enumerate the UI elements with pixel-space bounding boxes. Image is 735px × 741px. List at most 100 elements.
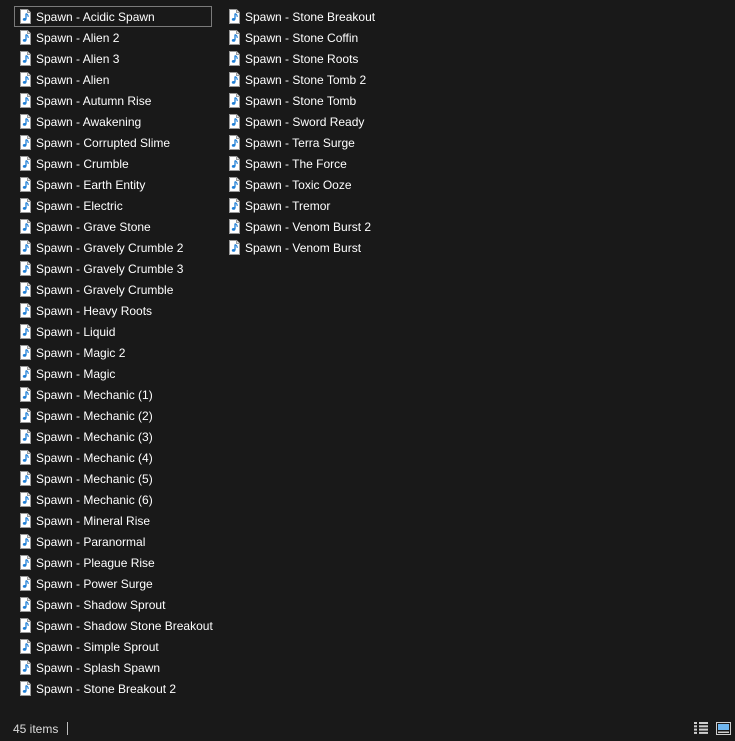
file-item[interactable]: Spawn - Corrupted Slime	[14, 132, 212, 153]
file-item[interactable]: Spawn - Stone Roots	[223, 48, 421, 69]
file-name: Spawn - Stone Roots	[245, 51, 359, 66]
file-name: Spawn - Alien 3	[36, 51, 120, 66]
file-item[interactable]: Spawn - Stone Tomb 2	[223, 69, 421, 90]
file-name: Spawn - Gravely Crumble 3	[36, 261, 184, 276]
details-view-icon[interactable]	[693, 721, 709, 735]
file-name: Spawn - Stone Breakout 2	[36, 681, 177, 696]
file-item[interactable]: Spawn - Splash Spawn	[14, 657, 212, 678]
audio-file-icon	[20, 93, 31, 108]
file-item[interactable]: Spawn - Power Surge	[14, 573, 212, 594]
file-item[interactable]: Spawn - Toxic Ooze	[223, 174, 421, 195]
file-list-area[interactable]: Spawn - Acidic Spawn Spawn - Alien 2 Spawn…	[0, 0, 735, 716]
file-item[interactable]: Spawn - Acidic Spawn	[14, 6, 212, 27]
audio-file-icon	[20, 198, 31, 213]
file-item[interactable]: Spawn - The Force	[223, 153, 421, 174]
file-item[interactable]: Spawn - Mechanic (1)	[14, 384, 212, 405]
file-name: Spawn - Magic 2	[36, 345, 126, 360]
file-column-2: Spawn - Stone Breakout Spawn - Stone Coff…	[223, 6, 421, 258]
file-name: Spawn - Sword Ready	[245, 114, 365, 129]
audio-file-icon	[20, 72, 31, 87]
file-item[interactable]: Spawn - Stone Coffin	[223, 27, 421, 48]
audio-file-icon	[20, 156, 31, 171]
file-item[interactable]: Spawn - Autumn Rise	[14, 90, 212, 111]
audio-file-icon	[229, 135, 240, 150]
file-item[interactable]: Spawn - Stone Tomb	[223, 90, 421, 111]
item-count: 45 items	[13, 721, 59, 736]
file-item[interactable]: Spawn - Pleague Rise	[14, 552, 212, 573]
file-item[interactable]: Spawn - Terra Surge	[223, 132, 421, 153]
file-item[interactable]: Spawn - Mechanic (5)	[14, 468, 212, 489]
file-item[interactable]: Spawn - Paranormal	[14, 531, 212, 552]
file-item[interactable]: Spawn - Grave Stone	[14, 216, 212, 237]
file-item[interactable]: Spawn - Mechanic (2)	[14, 405, 212, 426]
file-item[interactable]: Spawn - Magic	[14, 363, 212, 384]
audio-file-icon	[229, 30, 240, 45]
audio-file-icon	[229, 72, 240, 87]
file-item[interactable]: Spawn - Crumble	[14, 153, 212, 174]
file-item[interactable]: Spawn - Alien 3	[14, 48, 212, 69]
audio-file-icon	[20, 30, 31, 45]
file-name: Spawn - Terra Surge	[245, 135, 355, 150]
audio-file-icon	[20, 51, 31, 66]
file-item[interactable]: Spawn - Tremor	[223, 195, 421, 216]
audio-file-icon	[20, 135, 31, 150]
audio-file-icon	[20, 429, 31, 444]
audio-file-icon	[20, 240, 31, 255]
file-name: Spawn - Mechanic (5)	[36, 471, 153, 486]
file-item[interactable]: Spawn - Venom Burst	[223, 237, 421, 258]
file-item[interactable]: Spawn - Magic 2	[14, 342, 212, 363]
file-item[interactable]: Spawn - Shadow Sprout	[14, 594, 212, 615]
file-name: Spawn - Stone Breakout	[245, 9, 376, 24]
file-item[interactable]: Spawn - Alien	[14, 69, 212, 90]
file-item[interactable]: Spawn - Mechanic (4)	[14, 447, 212, 468]
file-item[interactable]: Spawn - Mechanic (3)	[14, 426, 212, 447]
audio-file-icon	[20, 303, 31, 318]
file-item[interactable]: Spawn - Mechanic (6)	[14, 489, 212, 510]
audio-file-icon	[20, 261, 31, 276]
file-item[interactable]: Spawn - Gravely Crumble 3	[14, 258, 212, 279]
audio-file-icon	[229, 198, 240, 213]
file-name: Spawn - Grave Stone	[36, 219, 151, 234]
audio-file-icon	[20, 450, 31, 465]
audio-file-icon	[20, 9, 31, 24]
file-item[interactable]: Spawn - Heavy Roots	[14, 300, 212, 321]
file-item[interactable]: Spawn - Simple Sprout	[14, 636, 212, 657]
file-item[interactable]: Spawn - Stone Breakout	[223, 6, 421, 27]
audio-file-icon	[20, 219, 31, 234]
audio-file-icon	[20, 345, 31, 360]
file-name: Spawn - Autumn Rise	[36, 93, 152, 108]
explorer-window: Spawn - Acidic Spawn Spawn - Alien 2 Spawn…	[0, 0, 735, 741]
file-name: Spawn - Alien 2	[36, 30, 120, 45]
audio-file-icon	[20, 513, 31, 528]
file-name: Spawn - Alien	[36, 72, 110, 87]
file-name: Spawn - Stone Coffin	[245, 30, 359, 45]
file-name: Spawn - Electric	[36, 198, 123, 213]
file-name: Spawn - Acidic Spawn	[36, 9, 155, 24]
file-item[interactable]: Spawn - Gravely Crumble 2	[14, 237, 212, 258]
file-name: Spawn - Power Surge	[36, 576, 153, 591]
file-item[interactable]: Spawn - Sword Ready	[223, 111, 421, 132]
audio-file-icon	[229, 156, 240, 171]
file-name: Spawn - Toxic Ooze	[245, 177, 352, 192]
audio-file-icon	[20, 681, 31, 696]
file-item[interactable]: Spawn - Mineral Rise	[14, 510, 212, 531]
file-item[interactable]: Spawn - Liquid	[14, 321, 212, 342]
file-item[interactable]: Spawn - Earth Entity	[14, 174, 212, 195]
audio-file-icon	[229, 177, 240, 192]
file-item[interactable]: Spawn - Shadow Stone Breakout	[14, 615, 213, 636]
file-item[interactable]: Spawn - Venom Burst 2	[223, 216, 421, 237]
file-item[interactable]: Spawn - Gravely Crumble	[14, 279, 212, 300]
file-item[interactable]: Spawn - Stone Breakout 2	[14, 678, 212, 699]
file-item[interactable]: Spawn - Alien 2	[14, 27, 212, 48]
file-item[interactable]: Spawn - Electric	[14, 195, 212, 216]
file-name: Spawn - Tremor	[245, 198, 331, 213]
audio-file-icon	[20, 471, 31, 486]
audio-file-icon	[229, 219, 240, 234]
file-name: Spawn - The Force	[245, 156, 347, 171]
file-item[interactable]: Spawn - Awakening	[14, 111, 212, 132]
file-column-1: Spawn - Acidic Spawn Spawn - Alien 2 Spawn…	[14, 6, 213, 699]
file-name: Spawn - Shadow Sprout	[36, 597, 166, 612]
file-name: Spawn - Liquid	[36, 324, 116, 339]
large-icons-view-icon[interactable]	[715, 721, 731, 735]
audio-file-icon	[229, 9, 240, 24]
